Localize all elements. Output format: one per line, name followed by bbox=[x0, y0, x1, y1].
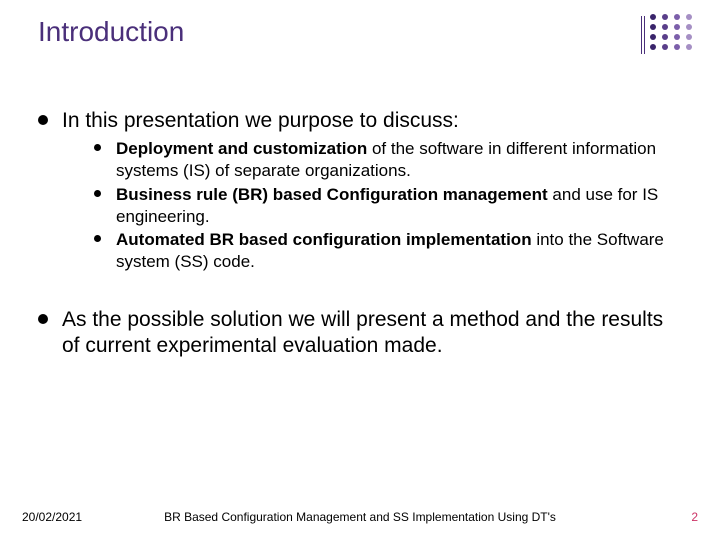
footer-page-number: 2 bbox=[691, 510, 698, 524]
list-item-bold: Automated BR based configuration impleme… bbox=[116, 230, 532, 249]
dot-icon bbox=[662, 14, 668, 20]
bullet-list-level2: Deployment and customization of the soft… bbox=[62, 138, 684, 273]
bullet-list-level1: In this presentation we purpose to discu… bbox=[34, 108, 684, 273]
dot-icon bbox=[674, 44, 680, 50]
corner-divider-lines bbox=[641, 16, 642, 54]
dot-icon bbox=[674, 14, 680, 20]
list-item: As the possible solution we will present… bbox=[34, 307, 684, 360]
list-item-bold: Deployment and customization bbox=[116, 139, 367, 158]
dot-icon bbox=[662, 24, 668, 30]
list-item: Deployment and customization of the soft… bbox=[90, 138, 684, 182]
dot-icon bbox=[686, 34, 692, 40]
list-item: Business rule (BR) based Configuration m… bbox=[90, 184, 684, 228]
corner-dot-grid bbox=[650, 14, 698, 50]
dot-icon bbox=[674, 24, 680, 30]
dot-icon bbox=[650, 34, 656, 40]
list-item: In this presentation we purpose to discu… bbox=[34, 108, 684, 273]
dot-icon bbox=[686, 24, 692, 30]
dot-icon bbox=[650, 24, 656, 30]
slide: Introduction In this presentation we pur… bbox=[0, 0, 720, 540]
footer-caption: BR Based Configuration Management and SS… bbox=[0, 510, 720, 524]
spacer bbox=[34, 281, 684, 307]
dot-icon bbox=[662, 44, 668, 50]
dot-icon bbox=[662, 34, 668, 40]
list-item: Automated BR based configuration impleme… bbox=[90, 229, 684, 273]
list-item-bold: Business rule (BR) based Configuration m… bbox=[116, 185, 548, 204]
list-item-text: In this presentation we purpose to discu… bbox=[62, 109, 459, 132]
dot-icon bbox=[686, 44, 692, 50]
slide-title: Introduction bbox=[38, 16, 184, 48]
list-item-text: As the possible solution we will present… bbox=[62, 308, 663, 357]
slide-body: In this presentation we purpose to discu… bbox=[34, 108, 684, 367]
dot-icon bbox=[674, 34, 680, 40]
dot-icon bbox=[650, 44, 656, 50]
dot-icon bbox=[686, 14, 692, 20]
bullet-list-level1: As the possible solution we will present… bbox=[34, 307, 684, 360]
dot-icon bbox=[650, 14, 656, 20]
